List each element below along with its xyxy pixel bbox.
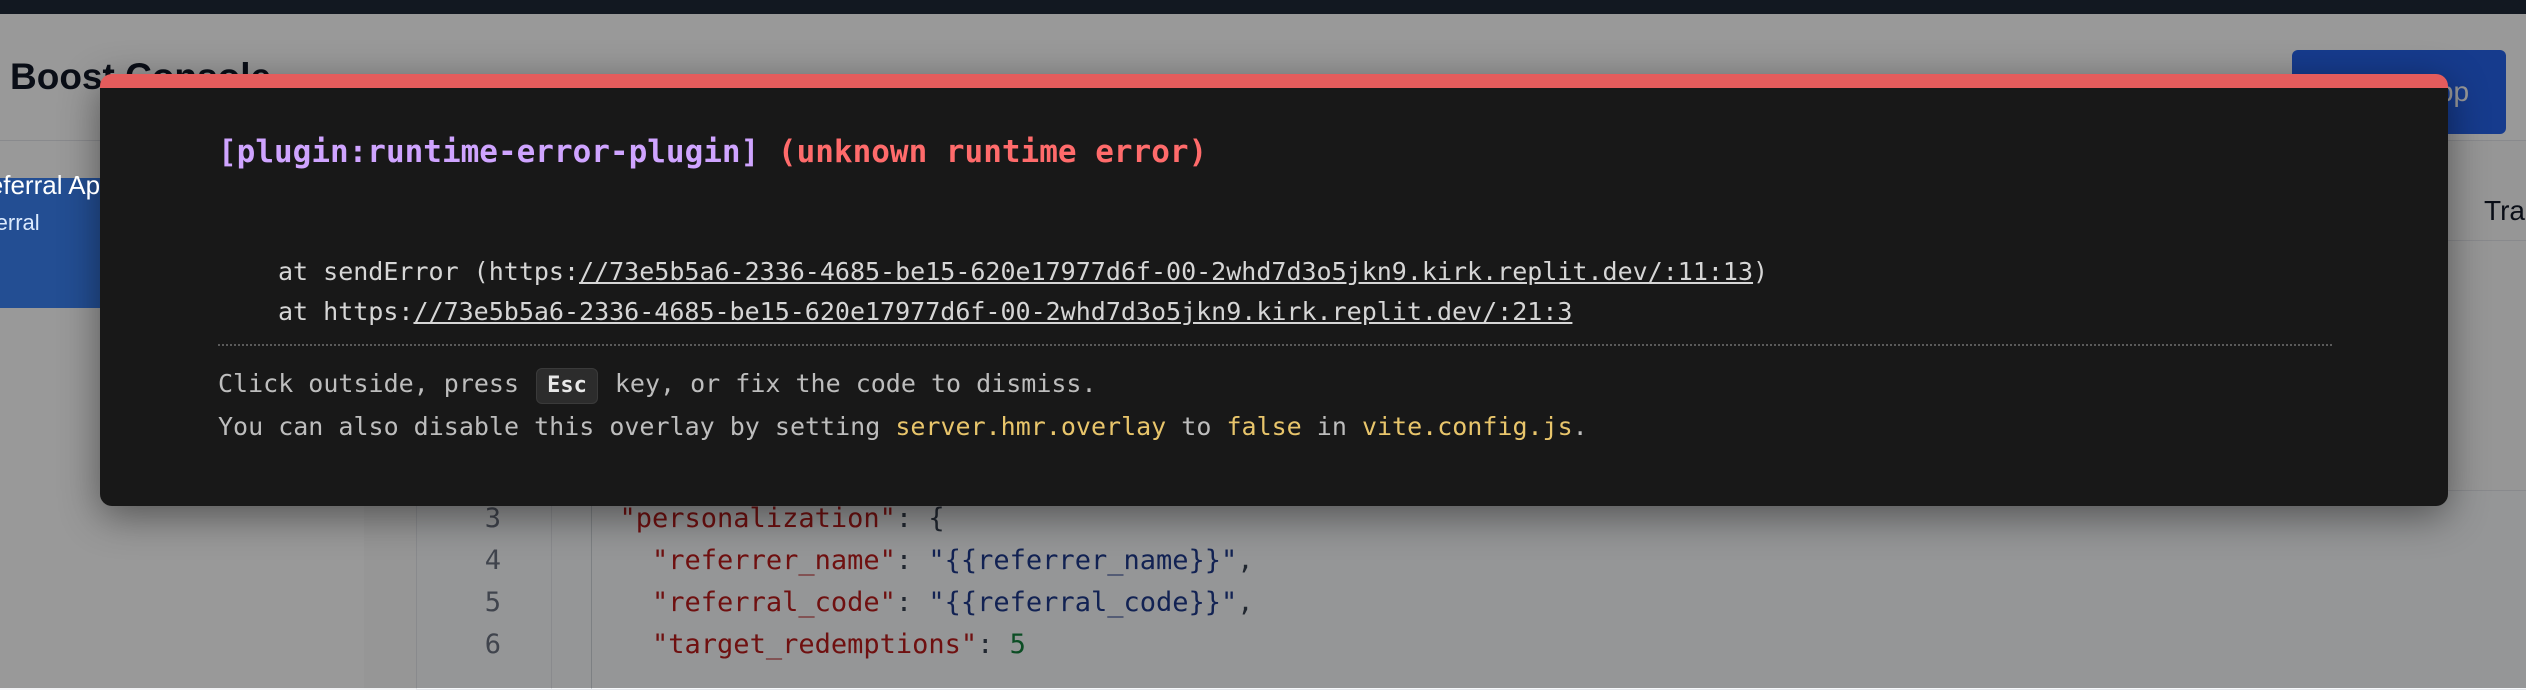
error-message: [plugin:runtime-error-plugin] (unknown r… <box>218 134 1207 170</box>
stack-link[interactable]: //73e5b5a6-2336-4685-be15-620e17977d6f-0… <box>579 257 1753 286</box>
error-text: (unknown runtime error) <box>777 134 1208 170</box>
setting-value: false <box>1226 412 1302 441</box>
esc-key: Esc <box>536 368 598 404</box>
error-stack-trace: at sendError (https://73e5b5a6-2336-4685… <box>278 252 1768 332</box>
dismiss-tip: Click outside, press Esc key, or fix the… <box>218 368 1097 404</box>
sidebar-item-title: Referral Ap <box>0 170 101 200</box>
config-file-name: vite.config.js <box>1361 412 1573 441</box>
setting-name: server.hmr.overlay <box>895 412 1167 441</box>
stack-link[interactable]: //73e5b5a6-2336-4685-be15-620e17977d6f-0… <box>413 297 1572 326</box>
stack-line: at sendError (https://73e5b5a6-2336-4685… <box>278 257 1769 286</box>
sidebar-item-subtitle: referral <box>0 210 40 235</box>
overlay-divider <box>218 344 2332 346</box>
disable-overlay-tip: You can also disable this overlay by set… <box>218 412 1588 441</box>
error-overlay: [plugin:runtime-error-plugin] (unknown r… <box>100 74 2448 506</box>
stack-line: at https://73e5b5a6-2336-4685-be15-620e1… <box>278 297 1573 326</box>
error-plugin-label: [plugin:runtime-error-plugin] <box>218 134 760 170</box>
